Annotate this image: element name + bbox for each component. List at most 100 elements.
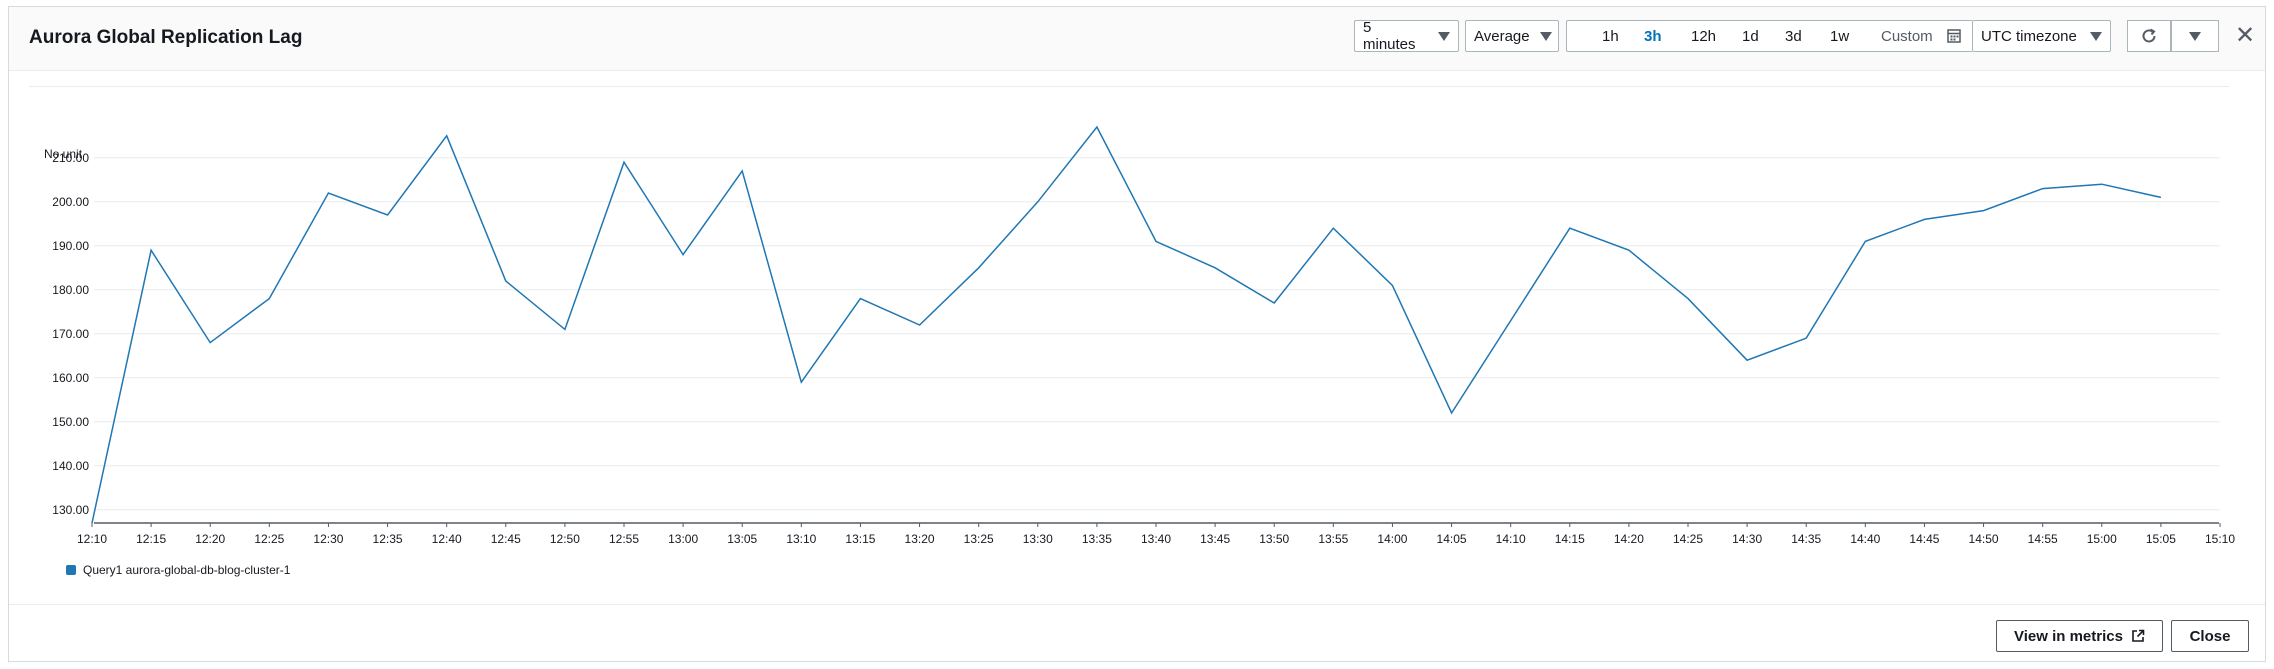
timezone-select-value: UTC timezone [1981,27,2077,45]
y-tick-label: 160.00 [52,371,89,385]
data-point[interactable] [1686,297,1690,301]
period-select[interactable]: 5 minutes [1354,19,1459,53]
x-tick-label: 14:20 [1614,532,1644,546]
caret-down-icon [1539,31,1552,41]
x-tick-label: 15:10 [2205,532,2235,546]
range-1h[interactable]: 1h [1602,28,1619,45]
data-point[interactable] [445,134,449,138]
series-line [91,125,2162,524]
data-point[interactable] [1331,226,1335,230]
external-link-icon [2132,629,2145,642]
data-point[interactable] [1390,283,1394,287]
view-in-metrics-button[interactable]: View in metrics [1996,620,2163,652]
data-point[interactable] [1745,358,1749,362]
data-point[interactable] [90,521,94,525]
legend-item[interactable]: Query1 aurora-global-db-blog-cluster-1 [83,563,291,577]
data-point[interactable] [1450,411,1454,415]
metric-modal: Aurora Global Replication Lag 5 minutes … [8,6,2266,662]
data-point[interactable] [1627,248,1631,252]
y-tick-label: 150.00 [52,415,89,429]
y-tick-label: 210.00 [52,151,89,165]
data-point[interactable] [326,191,330,195]
x-tick-label: 13:40 [1141,532,1171,546]
y-tick-label: 200.00 [52,195,89,209]
x-tick-label: 13:00 [668,532,698,546]
range-custom[interactable]: Custom [1881,28,1933,45]
refresh-icon [2142,28,2156,43]
time-range-segmented: 1h 3h 12h 1d 3d 1w Custom [1566,20,1972,52]
x-tick-label: 13:15 [845,532,875,546]
x-tick-label: 13:30 [1023,532,1053,546]
data-point[interactable] [2159,195,2163,199]
view-in-metrics-label: View in metrics [2014,627,2123,645]
x-tick-label: 12:30 [313,532,343,546]
x-tick-label: 13:20 [905,532,935,546]
data-point[interactable] [2041,187,2045,191]
statistic-select[interactable]: Average [1465,20,1559,52]
range-12h[interactable]: 12h [1691,28,1716,45]
data-point[interactable] [267,297,271,301]
data-point[interactable] [1982,209,1986,213]
calendar-icon[interactable] [1947,29,1961,43]
x-tick-label: 13:10 [786,532,816,546]
x-tick-label: 12:40 [432,532,462,546]
data-point[interactable] [149,248,153,252]
y-tick-label: 180.00 [52,283,89,297]
range-1d[interactable]: 1d [1742,28,1759,45]
data-point[interactable] [1568,226,1572,230]
refresh-options-button[interactable] [2171,20,2219,52]
range-1w[interactable]: 1w [1830,28,1849,45]
refresh-button[interactable] [2127,20,2171,52]
caret-down-icon [2189,31,2201,41]
data-point[interactable] [918,323,922,327]
x-tick-label: 12:35 [373,532,403,546]
x-tick-label: 15:00 [2087,532,2117,546]
data-point[interactable] [1213,266,1217,270]
range-3h[interactable]: 3h [1644,28,1662,45]
data-point[interactable] [622,160,626,164]
modal-header: Aurora Global Replication Lag 5 minutes … [9,7,2265,71]
x-tick-label: 14:35 [1791,532,1821,546]
x-tick-label: 14:25 [1673,532,1703,546]
data-point[interactable] [563,327,567,331]
data-point[interactable] [1272,301,1276,305]
data-point[interactable] [1922,217,1926,221]
data-point[interactable] [858,297,862,301]
x-tick-label: 12:45 [491,532,521,546]
x-tick-labels: 12:10 12:15 12:20 12:25 12:30 12:35 12:40 12:45… [77,523,2235,546]
data-point[interactable] [1863,239,1867,243]
data-point[interactable] [1509,319,1513,323]
close-icon[interactable]: ✕ [2235,24,2255,48]
y-tick-label: 130.00 [52,503,89,517]
range-3d[interactable]: 3d [1785,28,1802,45]
x-tick-label: 13:35 [1082,532,1112,546]
x-tick-label: 12:55 [609,532,639,546]
data-point[interactable] [2100,182,2104,186]
data-point[interactable] [1804,336,1808,340]
data-point[interactable] [1036,200,1040,204]
data-point[interactable] [504,279,508,283]
x-tick-label: 14:30 [1732,532,1762,546]
data-point[interactable] [740,169,744,173]
chart-grid [94,157,2220,511]
x-tick-label: 12:25 [254,532,284,546]
caret-down-icon [1438,31,1450,41]
y-tick-label: 190.00 [52,239,89,253]
timezone-select[interactable]: UTC timezone [1972,20,2111,52]
data-point[interactable] [977,266,981,270]
data-point[interactable] [681,253,685,257]
x-tick-label: 14:00 [1377,532,1407,546]
data-point[interactable] [1154,239,1158,243]
data-point[interactable] [1095,125,1099,129]
data-point[interactable] [799,380,803,384]
statistic-select-value: Average [1474,27,1530,45]
data-point[interactable] [208,341,212,345]
line-chart: No unit 130.00140.00150.00160.00170.0018… [44,125,2235,577]
x-tick-label: 14:10 [1496,532,1526,546]
close-button[interactable]: Close [2171,620,2249,652]
x-tick-label: 13:05 [727,532,757,546]
x-tick-label: 12:10 [77,532,107,546]
x-tick-label: 14:50 [1969,532,1999,546]
data-point[interactable] [386,213,390,217]
x-tick-label: 14:45 [1909,532,1939,546]
